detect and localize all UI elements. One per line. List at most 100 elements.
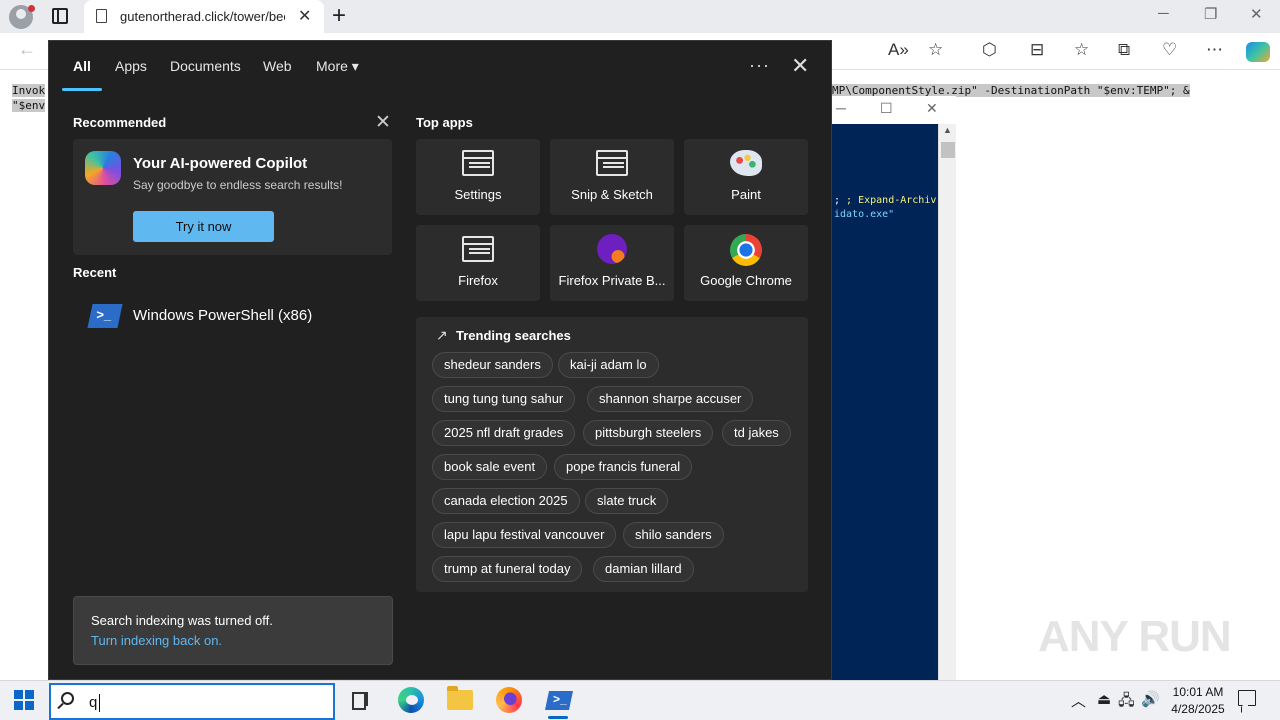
desktop: gutenortherad.click/tower/bee ✕ + ─ ❐ ✕ … (0, 0, 1280, 720)
tab-more[interactable]: More ▾ (316, 58, 359, 75)
trending-chip[interactable]: 2025 nfl draft grades (432, 420, 576, 446)
page-icon (96, 9, 107, 23)
app-tile-firefox-private[interactable]: Firefox Private B... (550, 225, 674, 301)
trending-chip[interactable]: shedeur sanders (432, 352, 553, 378)
indexing-notice-text: Search indexing was turned off. (91, 613, 273, 628)
powershell-console[interactable]: ; ; Expand-Archiv idato.exe" (832, 124, 938, 680)
scroll-thumb[interactable] (941, 142, 955, 158)
new-tab-button[interactable]: + (332, 2, 346, 30)
split-screen-icon[interactable]: ⊟ (1030, 40, 1044, 60)
copilot-icon[interactable] (1246, 42, 1270, 62)
app-tile-firefox[interactable]: Firefox (416, 225, 540, 301)
app-tile-chrome[interactable]: Google Chrome (684, 225, 808, 301)
favorites-icon[interactable]: ☆ (1074, 40, 1089, 60)
back-arrow-icon[interactable]: ← (18, 39, 36, 60)
copilot-logo-icon (85, 151, 121, 185)
trending-chip[interactable]: pittsburgh steelers (583, 420, 714, 446)
app-label: Firefox (458, 273, 498, 288)
tray-network-icon[interactable]: 🖧 (1118, 690, 1135, 715)
ps-close-button[interactable]: ✕ (926, 100, 938, 117)
task-view-icon[interactable] (348, 687, 374, 713)
browser-essentials-icon[interactable]: ♡ (1162, 40, 1177, 60)
extensions-icon[interactable]: ⬡ (982, 40, 997, 60)
clock-time: 10:01 AM (1172, 685, 1224, 699)
scroll-up-icon[interactable]: ▲ (943, 125, 952, 135)
settings-more-icon[interactable]: ⋯ (1206, 40, 1223, 60)
tab-actions-icon[interactable] (52, 8, 68, 24)
minimize-button[interactable]: ─ (1158, 5, 1169, 22)
watermark: ANY RUN (1038, 612, 1232, 661)
restore-button[interactable]: ❐ (1204, 5, 1217, 23)
paint-icon (730, 150, 762, 176)
close-flyout-icon[interactable]: ✕ (791, 53, 809, 79)
trending-chip[interactable]: slate truck (585, 488, 669, 514)
app-label: Snip & Sketch (571, 187, 653, 202)
powershell-scrollbar[interactable]: ▲ (938, 124, 956, 680)
trending-chip[interactable]: canada election 2025 (432, 488, 580, 514)
taskbar-search-input[interactable]: q (49, 683, 335, 720)
ps-minimize-button[interactable]: ─ (836, 100, 846, 116)
collections-icon[interactable]: ⧉ (1118, 40, 1130, 60)
tray-chevron-icon[interactable]: ︿ (1071, 690, 1086, 711)
app-label: Google Chrome (700, 273, 792, 288)
app-tile-settings[interactable]: Settings (416, 139, 540, 215)
firefox-taskbar-icon[interactable] (496, 687, 522, 713)
trending-chip[interactable]: td jakes (722, 420, 791, 446)
tab-apps[interactable]: Apps (115, 58, 147, 74)
ps-maximize-button[interactable]: ☐ (880, 100, 893, 117)
try-it-now-button[interactable]: Try it now (133, 211, 274, 242)
read-aloud-icon[interactable]: A» (888, 40, 909, 60)
powershell-taskbar-icon[interactable] (545, 687, 571, 713)
profile-notification-dot (28, 5, 35, 12)
taskbar: q ︿ ⏏ 🖧 🔊 10:01 AM 4/28/2025 (0, 680, 1280, 720)
app-label: Firefox Private B... (558, 273, 666, 288)
trending-arrow-icon: ↗ (436, 327, 448, 343)
browser-tab[interactable]: gutenortherad.click/tower/bee ✕ (84, 0, 324, 33)
tray-volume-icon[interactable]: 🔊 (1141, 690, 1160, 708)
tab-title: gutenortherad.click/tower/bee (120, 9, 285, 24)
snip-sketch-app-icon (596, 150, 628, 176)
turn-indexing-on-link[interactable]: Turn indexing back on. (91, 633, 222, 648)
tray-usb-icon[interactable]: ⏏ (1097, 690, 1111, 708)
file-explorer-icon[interactable] (447, 686, 473, 710)
trending-chip[interactable]: shilo sanders (623, 522, 724, 548)
edge-taskbar-icon[interactable] (398, 687, 424, 713)
app-tile-paint[interactable]: Paint (684, 139, 808, 215)
trending-chip[interactable]: book sale event (432, 454, 548, 480)
dismiss-recommended-icon[interactable]: ✕ (375, 111, 391, 134)
notification-center-icon[interactable] (1238, 690, 1256, 706)
trending-chip[interactable]: lapu lapu festival vancouver (432, 522, 617, 548)
page-command-text: "$env (12, 99, 46, 112)
more-options-icon[interactable]: ··· (749, 55, 770, 76)
app-tile-snip-sketch[interactable]: Snip & Sketch (550, 139, 674, 215)
recent-heading: Recent (73, 265, 117, 280)
tab-documents[interactable]: Documents (170, 58, 241, 74)
copilot-card: Your AI-powered Copilot Say goodbye to e… (73, 139, 392, 255)
active-app-indicator (548, 716, 568, 719)
tab-all[interactable]: All (73, 58, 91, 74)
trending-chip[interactable]: tung tung tung sahur (432, 386, 576, 412)
trending-chip[interactable]: pope francis funeral (554, 454, 693, 480)
trending-chip[interactable]: kai-ji adam lo (558, 352, 659, 378)
recent-item[interactable]: Windows PowerShell (x86) (73, 293, 393, 337)
ps-text-line: ; ; Expand-Archiv (834, 195, 937, 206)
powershell-titlebar: ─ ☐ ✕ (832, 96, 956, 124)
trending-heading: Trending searches (456, 328, 571, 343)
tab-web[interactable]: Web (263, 58, 292, 74)
favorite-star-icon[interactable]: ☆ (928, 40, 943, 60)
settings-app-icon (462, 150, 494, 176)
taskbar-clock[interactable]: 10:01 AM 4/28/2025 (1160, 684, 1236, 718)
app-label: Settings (454, 187, 502, 202)
indexing-notice: Search indexing was turned off. Turn ind… (73, 596, 393, 665)
tab-close-icon[interactable]: ✕ (298, 6, 311, 26)
windows-start-icon[interactable] (14, 690, 34, 710)
trending-chip[interactable]: trump at funeral today (432, 556, 583, 582)
firefox-app-icon (462, 236, 494, 262)
copilot-card-title: Your AI-powered Copilot (133, 155, 308, 172)
trending-chip[interactable]: damian lillard (593, 556, 694, 582)
chrome-icon (730, 234, 762, 266)
trending-searches-panel: ↗ Trending searches shedeur sanders kai-… (416, 317, 808, 592)
recommended-heading: Recommended (73, 115, 167, 130)
trending-chip[interactable]: shannon sharpe accuser (587, 386, 754, 412)
close-button[interactable]: ✕ (1250, 5, 1263, 23)
